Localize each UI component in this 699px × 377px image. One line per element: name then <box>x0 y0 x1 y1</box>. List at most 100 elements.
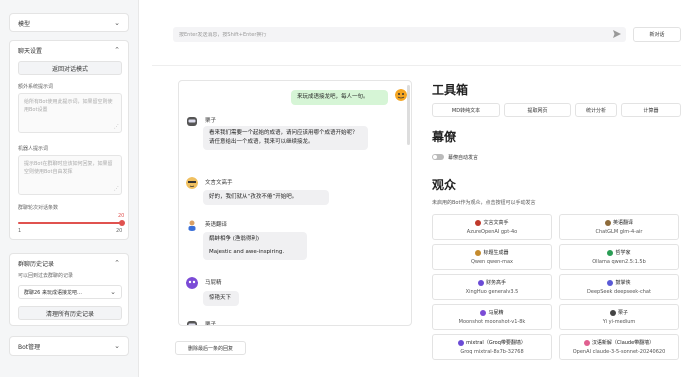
new-chat-button[interactable]: 新对话 <box>633 27 681 42</box>
spectator-bot-name-text: 英语翻译 <box>612 220 633 226</box>
chevron-up-icon[interactable]: ⌃ <box>114 46 120 54</box>
rounds-min: 1 <box>18 228 22 234</box>
bot-name: 英语翻译 <box>205 222 228 228</box>
spectator-bot-name-text: mixtral（Groq带要翻墙） <box>466 340 526 346</box>
spectator-bot-model: XingHuo generalv3.5 <box>465 289 519 295</box>
bot-message-line: 鹬蚌相争 (渔翁得利) <box>209 236 260 242</box>
bot-avatar-icon <box>188 220 196 231</box>
delete-last-reply-button[interactable]: 删除最后一条的回复 <box>175 341 246 355</box>
bot-name: 马屁精 <box>205 280 222 286</box>
send-icon[interactable] <box>612 29 622 39</box>
spectator-bot-name-text: 栗子 <box>617 310 628 316</box>
bot-avatar-icon <box>607 279 614 286</box>
spectator-bot-model: DeepSeek deepseek-chat <box>587 289 651 295</box>
spectator-bot-name-text: 汉语新解（Claude带翻墙） <box>591 340 655 346</box>
clear-history-button[interactable]: 清理所有历史记录 <box>18 306 122 320</box>
spectator-bot-name-text: 哲学家 <box>615 250 631 256</box>
resize-handle-icon[interactable]: ⋰ <box>114 185 119 193</box>
bot-name: 文言文高手 <box>205 180 233 186</box>
spectator-bot-model: AzureOpenAI gpt-4o <box>466 229 518 235</box>
resize-handle-icon[interactable]: ⋰ <box>114 123 119 131</box>
stats-button[interactable]: 统计分析 <box>575 103 617 117</box>
chevron-down-icon: ⌄ <box>110 287 116 296</box>
spectator-bot-button[interactable]: 标题生成器 Qwen qwen-max <box>432 244 552 270</box>
spectator-bot-name: 文言文高手 <box>433 219 551 226</box>
spectator-bot-model: Groq mixtral-8x7b-32768 <box>460 349 524 355</box>
spectators-title: 观众 <box>432 178 457 192</box>
bot-avatar-icon <box>475 219 482 226</box>
spectator-bot-button[interactable]: mixtral（Groq带要翻墙） Groq mixtral-8x7b-32768 <box>432 334 552 360</box>
history-select-value: 群聊26 来玩成语接龙吧… <box>24 289 82 296</box>
bot-avatar-icon <box>604 219 611 226</box>
return-to-chat-button[interactable]: 返回对话模式 <box>18 61 122 75</box>
bot-manage-title: Bot管理 <box>18 344 41 351</box>
bot-avatar-icon <box>458 339 465 346</box>
bot-message: 鹬蚌相争 (渔翁得利) Majestic and awe-inspiring. <box>203 232 307 260</box>
history-select[interactable]: 群聊26 来玩成语接龙吧… ⌄ <box>18 285 122 299</box>
bot-avatar-icon <box>583 339 590 346</box>
spectator-bot-name: 鼓掌侠 <box>560 279 678 286</box>
spectator-bot-name-text: 标题生成器 <box>483 250 509 256</box>
spectator-bot-model: Qwen qwen-max <box>470 259 514 265</box>
bot-manage-panel[interactable]: Bot管理 ⌄ <box>9 336 129 356</box>
rounds-slider-fill <box>18 222 122 224</box>
spectator-bot-model: Moonshot moonshot-v1-8k <box>458 319 526 325</box>
chat-window[interactable]: 来玩成语接龙吧，每人一句。 栗子 看来我们需要一个起始的成语，请问应该用哪个成语… <box>178 80 412 326</box>
history-label: 可以回到过去群聊的记录 <box>18 273 74 279</box>
rounds-slider[interactable] <box>18 220 125 226</box>
user-message: 来玩成语接龙吧，每人一句。 <box>291 90 388 105</box>
bot-message: 看来我们需要一个起始的成语，请问应该用哪个成语开始呢？请任意给出一个成语，我来可… <box>203 126 368 150</box>
bot-avatar-icon <box>607 249 614 256</box>
chevron-down-icon[interactable]: ⌄ <box>114 343 120 350</box>
spectator-bot-name: 汉语新解（Claude带翻墙） <box>560 339 678 346</box>
chevron-up-icon[interactable]: ⌃ <box>114 259 120 267</box>
spectator-bot-name-text: 鼓掌侠 <box>615 280 631 286</box>
chevron-down-icon[interactable]: ⌄ <box>114 19 120 27</box>
spectator-bot-button[interactable]: 马屁精 Moonshot moonshot-v1-8k <box>432 304 552 330</box>
message-input-bar[interactable] <box>173 27 626 42</box>
curtain-title: 幕僚 <box>432 130 457 144</box>
bot-avatar-icon <box>186 177 198 189</box>
message-input[interactable] <box>179 31 620 38</box>
bot-prompt-textarea[interactable]: 提示Bot在群聊时应该如何回复，如果留空则使用Bot自由发挥 ⋰ <box>18 155 122 195</box>
model-panel[interactable]: 模型 ⌄ <box>9 13 129 32</box>
bot-avatar-icon <box>477 279 484 286</box>
calculator-button[interactable]: 计算器 <box>621 103 681 117</box>
chat-settings-panel: 聊天设置 ⌃ 返回对话模式 额外系统提示词 给所有Bot使用此提示词，如果留空则使… <box>9 40 129 240</box>
bot-avatar-icon <box>187 117 197 126</box>
bot-name: 栗子 <box>205 322 217 326</box>
system-prompt-placeholder: 给所有Bot使用此提示词，如果留空则使用Bot设置 <box>24 99 113 113</box>
bot-name: 栗子 <box>205 118 217 124</box>
bot-avatar-icon <box>480 309 487 316</box>
bot-prompt-label: 机器人提示词 <box>18 146 49 152</box>
spectator-bot-name: 财务高手 <box>433 279 551 286</box>
auto-speak-toggle[interactable] <box>432 154 444 160</box>
spectator-bot-model: OpenAI claude-3-5-sonnet-20240620 <box>572 349 666 355</box>
spectator-bot-name-text: 文言文高手 <box>483 220 509 226</box>
model-panel-title: 模型 <box>18 20 31 28</box>
divider <box>152 65 681 66</box>
spectator-bot-button[interactable]: 哲学家 Ollama qwen2.5:1.5b <box>559 244 679 270</box>
spectator-bot-name: 标题生成器 <box>433 249 551 256</box>
auto-speak-label: 幕僚自动发言 <box>448 155 479 161</box>
bot-prompt-placeholder: 提示Bot在群聊时应该如何回复，如果留空则使用Bot自由发挥 <box>24 161 113 175</box>
spectator-bot-button[interactable]: 鼓掌侠 DeepSeek deepseek-chat <box>559 274 679 300</box>
extract-webpage-button[interactable]: 提取网页 <box>504 103 571 117</box>
spectator-bot-name: 栗子 <box>560 309 678 316</box>
rounds-label: 群聊轮次对话条数 <box>18 205 59 211</box>
spectator-bot-button[interactable]: 英语翻译 ChatGLM glm-4-air <box>559 214 679 240</box>
md-to-text-button[interactable]: MD转纯文本 <box>432 103 500 117</box>
bot-message: 好的，我们就从“孜孜不倦”开始吧。 <box>203 190 329 205</box>
spectator-bot-button[interactable]: 文言文高手 AzureOpenAI gpt-4o <box>432 214 552 240</box>
spectator-bot-button[interactable]: 栗子 Yi yi-medium <box>559 304 679 330</box>
bot-avatar-icon <box>475 249 482 256</box>
spectator-bot-model: Ollama qwen2.5:1.5b <box>592 259 646 265</box>
rounds-slider-knob[interactable] <box>119 220 125 226</box>
spectator-bot-button[interactable]: 财务高手 XingHuo generalv3.5 <box>432 274 552 300</box>
system-prompt-textarea[interactable]: 给所有Bot使用此提示词，如果留空则使用Bot设置 ⋰ <box>18 93 122 133</box>
rounds-max: 20 <box>116 228 123 234</box>
chat-scrollbar[interactable] <box>407 85 410 145</box>
spectator-bot-button[interactable]: 汉语新解（Claude带翻墙） OpenAI claude-3-5-sonnet-… <box>559 334 679 360</box>
bot-avatar-icon <box>609 309 616 316</box>
history-title: 群聊历史记录 <box>18 260 55 268</box>
